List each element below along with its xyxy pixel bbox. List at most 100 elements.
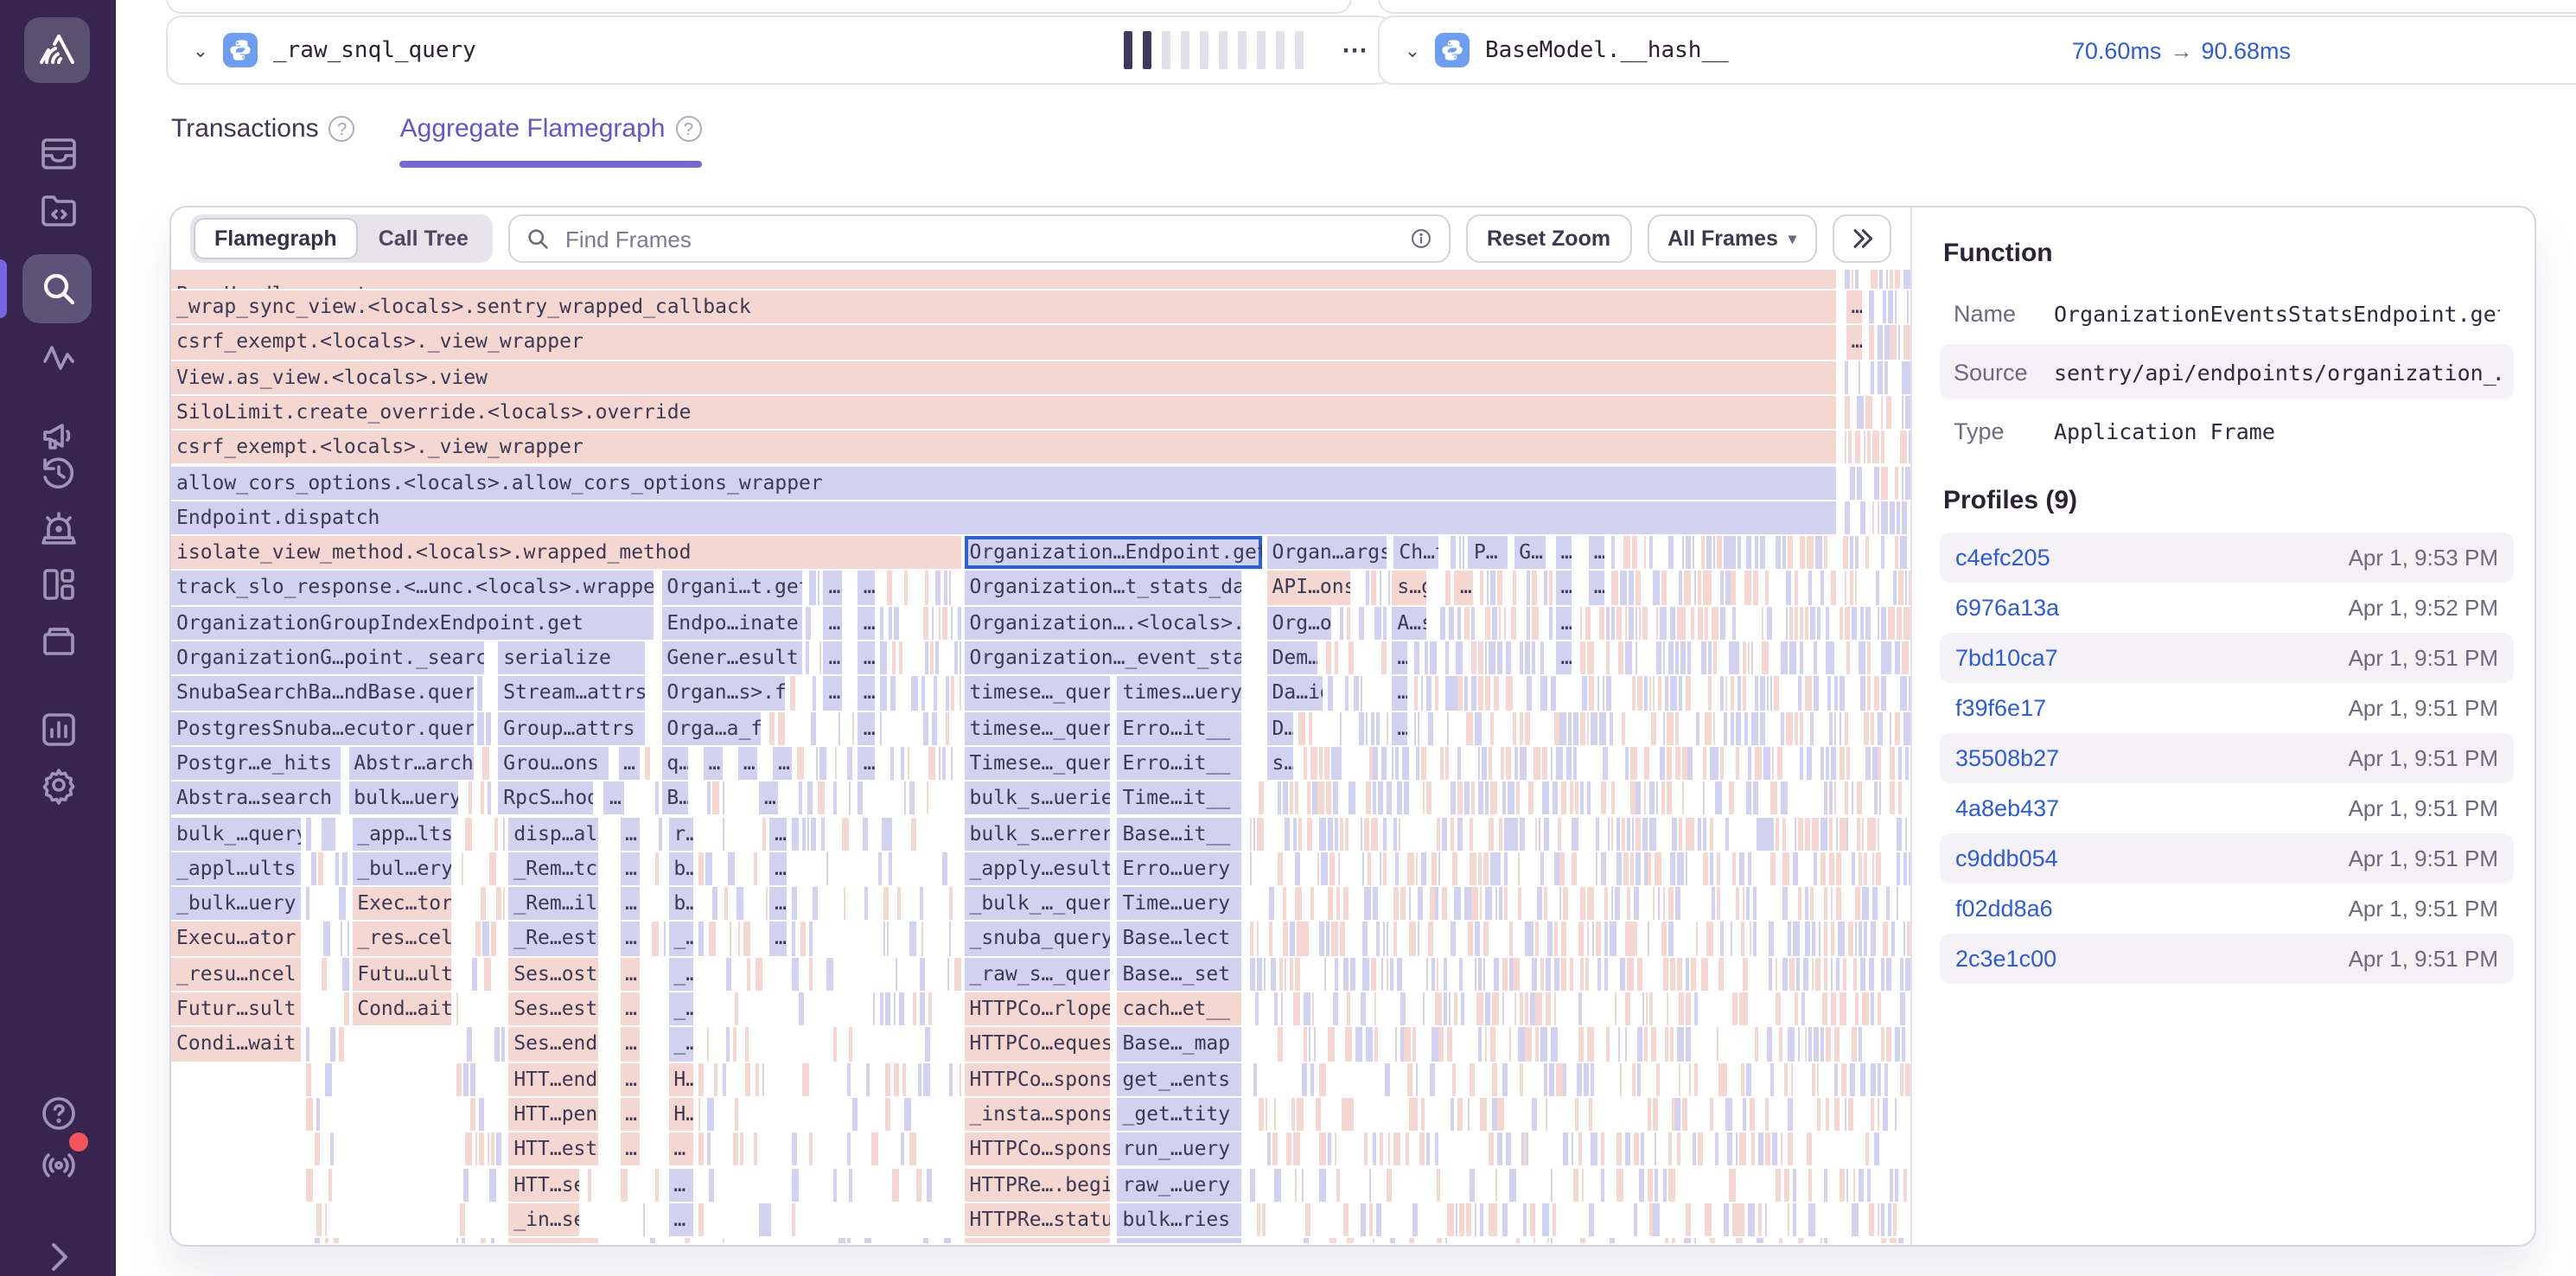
flamegraph-frame-thin[interactable] bbox=[1904, 957, 1910, 991]
flamegraph-frame-thin[interactable] bbox=[698, 852, 704, 886]
flamegraph-frame-thin[interactable] bbox=[1263, 1203, 1266, 1237]
flamegraph-frame-thin[interactable] bbox=[792, 1132, 797, 1166]
flamegraph-frame-thin[interactable] bbox=[1682, 606, 1686, 640]
duration-after-link[interactable]: 90.68ms bbox=[2201, 37, 2291, 63]
flamegraph-frame-thin[interactable] bbox=[1350, 957, 1355, 991]
flamegraph-frame-thin[interactable] bbox=[1256, 957, 1262, 991]
flamegraph-frame-thin[interactable] bbox=[1718, 536, 1723, 570]
flamegraph-frame-thin[interactable] bbox=[1384, 852, 1387, 886]
flamegraph-frame-thin[interactable] bbox=[1532, 641, 1536, 675]
flamegraph-frame-thin[interactable] bbox=[1895, 1028, 1899, 1062]
flamegraph-frame-thin[interactable] bbox=[341, 922, 343, 956]
feedback-megaphone-icon[interactable] bbox=[37, 415, 79, 456]
flamegraph-frame-thin[interactable] bbox=[1834, 1098, 1839, 1132]
flamegraph-frame-thin[interactable] bbox=[1512, 817, 1518, 851]
flamegraph-frame-thin[interactable] bbox=[650, 1238, 656, 1243]
flamegraph-frame-thin[interactable] bbox=[1676, 957, 1682, 991]
flamegraph-frame[interactable]: … bbox=[704, 747, 723, 781]
flamegraph-frame-thin[interactable] bbox=[1346, 817, 1348, 851]
flamegraph-frame-thin[interactable] bbox=[1400, 992, 1406, 1026]
flamegraph-frame-thin[interactable] bbox=[959, 677, 960, 711]
flamegraph-frame[interactable]: bulk_s…ueries bbox=[964, 782, 1110, 815]
flamegraph-frame-thin[interactable] bbox=[1349, 782, 1355, 815]
flamegraph-frame-thin[interactable] bbox=[881, 641, 888, 675]
flamegraph-frame-thin[interactable] bbox=[1865, 606, 1871, 640]
flamegraph-frame-thin[interactable] bbox=[1903, 270, 1910, 289]
flamegraph-frame-thin[interactable] bbox=[728, 852, 735, 886]
flamegraph-frame[interactable]: … bbox=[858, 606, 876, 640]
flamegraph-frame-thin[interactable] bbox=[1625, 641, 1632, 675]
flamegraph-frame[interactable]: Gener…esult bbox=[661, 641, 802, 675]
settings-gear-icon[interactable] bbox=[37, 764, 79, 806]
flamegraph-frame-thin[interactable] bbox=[1424, 641, 1428, 675]
flamegraph-frame-thin[interactable] bbox=[1858, 1168, 1864, 1202]
flamegraph-frame-thin[interactable] bbox=[838, 1238, 845, 1243]
flamegraph-frame-thin[interactable] bbox=[1687, 641, 1691, 675]
flamegraph-frame-thin[interactable] bbox=[1562, 782, 1567, 815]
flamegraph-frame-thin[interactable] bbox=[1297, 887, 1301, 921]
flamegraph-frame-thin[interactable] bbox=[1779, 1238, 1782, 1243]
flamegraph-frame-thin[interactable] bbox=[1674, 747, 1681, 781]
flamegraph-frame-thin[interactable] bbox=[1474, 922, 1480, 956]
flamegraph-frame-thin[interactable] bbox=[1873, 817, 1877, 851]
flamegraph-frame-thin[interactable] bbox=[1506, 677, 1513, 711]
flamegraph-frame-thin[interactable] bbox=[1290, 957, 1293, 991]
flamegraph-frame-thin[interactable] bbox=[1783, 852, 1789, 886]
flamegraph-frame-thin[interactable] bbox=[1505, 817, 1511, 851]
flamegraph-frame-thin[interactable] bbox=[311, 852, 316, 886]
flamegraph-frame-thin[interactable] bbox=[1854, 571, 1856, 605]
flamegraph-frame-thin[interactable] bbox=[1848, 922, 1853, 956]
flamegraph-frame-thin[interactable] bbox=[1586, 957, 1588, 991]
flamegraph-frame-thin[interactable] bbox=[1889, 501, 1895, 535]
flamegraph-frame-thin[interactable] bbox=[1632, 536, 1638, 570]
flamegraph-frame-thin[interactable] bbox=[1818, 922, 1821, 956]
flamegraph-frame[interactable]: A…s bbox=[1392, 606, 1426, 640]
flamegraph-frame-thin[interactable] bbox=[1572, 817, 1578, 851]
flamegraph-frame-thin[interactable] bbox=[1801, 536, 1805, 570]
flamegraph-frame-thin[interactable] bbox=[1570, 957, 1572, 991]
flamegraph-frame-thin[interactable] bbox=[1705, 1203, 1712, 1237]
flamegraph-frame[interactable]: timese…_query bbox=[964, 677, 1110, 711]
flamegraph-frame[interactable]: _bulk…uery bbox=[171, 887, 302, 921]
flamegraph-frame[interactable]: Abstra…search bbox=[171, 782, 340, 815]
flamegraph-frame-thin[interactable] bbox=[950, 1062, 953, 1096]
flamegraph-frame-thin[interactable] bbox=[1320, 817, 1325, 851]
flamegraph-frame-thin[interactable] bbox=[1810, 606, 1815, 640]
flamegraph-frame-thin[interactable] bbox=[1628, 571, 1633, 605]
flamegraph-frame-thin[interactable] bbox=[1312, 992, 1314, 1026]
flamegraph-frame-thin[interactable] bbox=[1857, 396, 1864, 430]
flamegraph-frame-thin[interactable] bbox=[1737, 677, 1740, 711]
flamegraph-frame-thin[interactable] bbox=[482, 747, 489, 781]
flamegraph-frame-thin[interactable] bbox=[1853, 957, 1857, 991]
flamegraph-frame-thin[interactable] bbox=[713, 887, 718, 921]
flamegraph-frame-thin[interactable] bbox=[889, 817, 893, 851]
flamegraph-frame-thin[interactable] bbox=[326, 1062, 333, 1096]
flamegraph-frame-thin[interactable] bbox=[1401, 1028, 1404, 1062]
flamegraph-frame-thin[interactable] bbox=[1901, 992, 1904, 1026]
flamegraph-frame-thin[interactable] bbox=[1814, 641, 1818, 675]
flamegraph-frame-thin[interactable] bbox=[1895, 270, 1900, 289]
flamegraph-frame-thin[interactable] bbox=[1639, 1168, 1645, 1202]
flamegraph-frame-thin[interactable] bbox=[1615, 992, 1616, 1026]
flamegraph-frame-thin[interactable] bbox=[456, 1062, 462, 1096]
flamegraph-frame-thin[interactable] bbox=[1574, 711, 1578, 745]
flamegraph-frame-thin[interactable] bbox=[1633, 887, 1639, 921]
flamegraph-frame-thin[interactable] bbox=[1763, 817, 1768, 851]
flamegraph-frame[interactable]: Organ…s>.fn bbox=[661, 677, 785, 711]
flamegraph-frame-thin[interactable] bbox=[1475, 1203, 1477, 1237]
flamegraph-frame-thin[interactable] bbox=[1283, 782, 1289, 815]
flamegraph-frame[interactable]: s… bbox=[1267, 747, 1293, 781]
flamegraph-frame-thin[interactable] bbox=[1787, 711, 1793, 745]
flamegraph-frame-thin[interactable] bbox=[1655, 641, 1661, 675]
flamegraph-frame-thin[interactable] bbox=[1440, 606, 1446, 640]
flamegraph-frame[interactable]: Base…_set bbox=[1118, 957, 1241, 991]
frames-filter-dropdown[interactable]: All Frames ▾ bbox=[1647, 214, 1817, 263]
flamegraph-frame[interactable]: Orga…a_fn bbox=[661, 711, 761, 745]
flamegraph-frame[interactable]: … bbox=[620, 1062, 639, 1096]
flamegraph-frame-thin[interactable] bbox=[1580, 711, 1584, 745]
flamegraph-frame[interactable]: cach…et__ bbox=[1118, 992, 1241, 1026]
flamegraph-frame-thin[interactable] bbox=[1574, 747, 1577, 781]
flamegraph-frame-thin[interactable] bbox=[1437, 1168, 1439, 1202]
flamegraph-frame-thin[interactable] bbox=[1781, 1132, 1783, 1166]
flamegraph-frame-thin[interactable] bbox=[1618, 1028, 1621, 1062]
